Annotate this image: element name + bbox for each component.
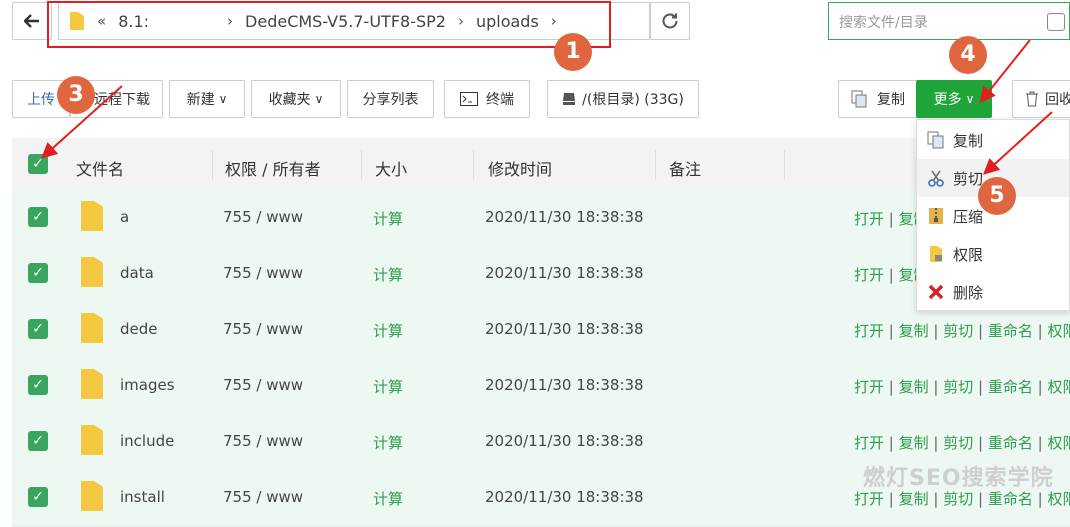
annotation-badge-1: 1: [554, 33, 592, 71]
arrow-to-more-button: [979, 39, 1031, 104]
arrow-to-cut-item: [983, 111, 1053, 175]
watermark: 燃灯SEO搜索学院: [863, 466, 1054, 491]
annotation-arrows: [41, 39, 1053, 175]
annotation-badge-4: 4: [949, 36, 987, 74]
annotation-badge-3: 3: [57, 76, 95, 114]
annotation-badge-5: 5: [978, 177, 1016, 215]
